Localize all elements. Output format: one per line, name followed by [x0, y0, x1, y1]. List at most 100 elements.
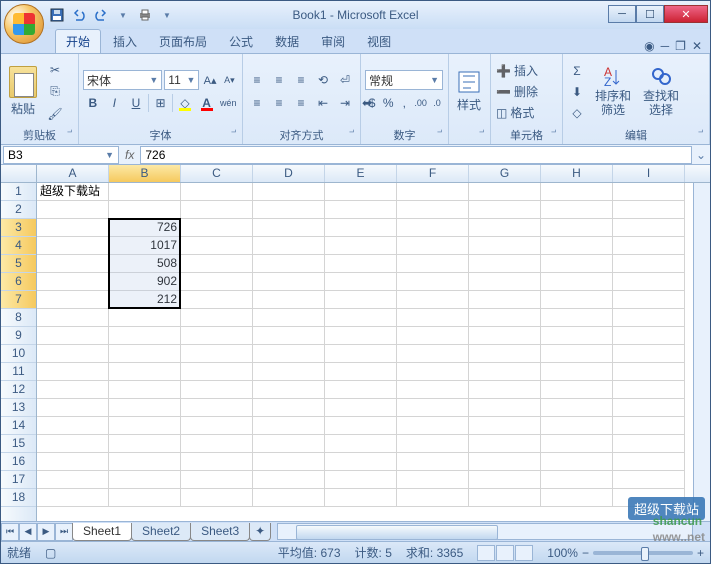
cell-B9[interactable] — [109, 327, 181, 345]
number-format-combo[interactable]: 常规▼ — [365, 70, 443, 90]
cell-C9[interactable] — [181, 327, 253, 345]
cell-B1[interactable] — [109, 183, 181, 201]
wrap-text-button[interactable]: ⏎ — [335, 70, 355, 90]
cell-E7[interactable] — [325, 291, 397, 309]
name-box[interactable]: B3▼ — [3, 146, 119, 164]
cell-H18[interactable] — [541, 489, 613, 507]
clear-button[interactable]: ◇ — [567, 103, 587, 123]
cell-A17[interactable] — [37, 471, 109, 489]
cell-C1[interactable] — [181, 183, 253, 201]
fill-color-button[interactable]: ◇ — [175, 93, 195, 113]
cell-G1[interactable] — [469, 183, 541, 201]
sort-filter-button[interactable]: AZ排序和 筛选 — [591, 64, 635, 118]
cell-F10[interactable] — [397, 345, 469, 363]
cell-F13[interactable] — [397, 399, 469, 417]
cell-H17[interactable] — [541, 471, 613, 489]
cell-I2[interactable] — [613, 201, 685, 219]
cell-A2[interactable] — [37, 201, 109, 219]
sheet-nav-first[interactable]: ⏮ — [1, 523, 19, 541]
quickprint-icon[interactable] — [137, 7, 153, 23]
cell-F17[interactable] — [397, 471, 469, 489]
cell-I11[interactable] — [613, 363, 685, 381]
cell-E17[interactable] — [325, 471, 397, 489]
cell-F7[interactable] — [397, 291, 469, 309]
cell-E8[interactable] — [325, 309, 397, 327]
align-right-button[interactable]: ≡ — [291, 93, 311, 113]
cell-A1[interactable]: 超级下载站 — [37, 183, 109, 201]
cell-D9[interactable] — [253, 327, 325, 345]
cell-G11[interactable] — [469, 363, 541, 381]
cell-E11[interactable] — [325, 363, 397, 381]
qat-more-icon[interactable]: ▼ — [159, 7, 175, 23]
row-header-5[interactable]: 5 — [1, 255, 36, 273]
cell-G18[interactable] — [469, 489, 541, 507]
column-header-H[interactable]: H — [541, 165, 613, 182]
cell-C18[interactable] — [181, 489, 253, 507]
cell-F3[interactable] — [397, 219, 469, 237]
cell-I5[interactable] — [613, 255, 685, 273]
cell-F1[interactable] — [397, 183, 469, 201]
view-pagelayout-button[interactable] — [496, 545, 514, 561]
cell-C14[interactable] — [181, 417, 253, 435]
cell-G8[interactable] — [469, 309, 541, 327]
cell-H15[interactable] — [541, 435, 613, 453]
sheet-nav-next[interactable]: ▶ — [37, 523, 55, 541]
tab-home[interactable]: 开始 — [55, 29, 101, 53]
column-header-C[interactable]: C — [181, 165, 253, 182]
cell-G12[interactable] — [469, 381, 541, 399]
sheet-nav-prev[interactable]: ◀ — [19, 523, 37, 541]
sheet-tab-2[interactable]: Sheet2 — [131, 523, 191, 541]
cell-H11[interactable] — [541, 363, 613, 381]
tab-review[interactable]: 审阅 — [311, 30, 355, 53]
cell-F14[interactable] — [397, 417, 469, 435]
row-header-2[interactable]: 2 — [1, 201, 36, 219]
cell-I17[interactable] — [613, 471, 685, 489]
bold-button[interactable]: B — [83, 93, 103, 113]
cell-I7[interactable] — [613, 291, 685, 309]
zoom-slider[interactable] — [593, 551, 693, 555]
cell-D18[interactable] — [253, 489, 325, 507]
cell-I14[interactable] — [613, 417, 685, 435]
cell-A7[interactable] — [37, 291, 109, 309]
row-header-13[interactable]: 13 — [1, 399, 36, 417]
cell-H6[interactable] — [541, 273, 613, 291]
help-icon[interactable]: ◉ — [644, 39, 654, 53]
cell-F6[interactable] — [397, 273, 469, 291]
font-size-combo[interactable]: 11▼ — [164, 70, 199, 90]
cell-G2[interactable] — [469, 201, 541, 219]
vertical-scrollbar[interactable] — [693, 183, 710, 521]
cell-E3[interactable] — [325, 219, 397, 237]
tab-formulas[interactable]: 公式 — [219, 30, 263, 53]
indent-inc-button[interactable]: ⇥ — [335, 93, 355, 113]
cell-C8[interactable] — [181, 309, 253, 327]
cell-B2[interactable] — [109, 201, 181, 219]
orientation-button[interactable]: ⟲ — [313, 70, 333, 90]
view-normal-button[interactable] — [477, 545, 495, 561]
cell-E1[interactable] — [325, 183, 397, 201]
cell-A10[interactable] — [37, 345, 109, 363]
column-header-F[interactable]: F — [397, 165, 469, 182]
cell-B4[interactable]: 1017 — [109, 237, 181, 255]
border-button[interactable]: ⊞ — [151, 93, 171, 113]
cell-H3[interactable] — [541, 219, 613, 237]
save-icon[interactable] — [49, 7, 65, 23]
cell-F5[interactable] — [397, 255, 469, 273]
row-header-15[interactable]: 15 — [1, 435, 36, 453]
cell-B6[interactable]: 902 — [109, 273, 181, 291]
align-center-button[interactable]: ≡ — [269, 93, 289, 113]
cell-G10[interactable] — [469, 345, 541, 363]
cell-A11[interactable] — [37, 363, 109, 381]
redo-icon[interactable] — [93, 7, 109, 23]
formatpainter-button[interactable]: 🖌 — [45, 104, 65, 124]
format-cells-button[interactable]: ◫格式 — [495, 103, 557, 123]
cell-D2[interactable] — [253, 201, 325, 219]
cell-E5[interactable] — [325, 255, 397, 273]
paste-button[interactable]: 粘贴 — [5, 64, 41, 119]
cell-D17[interactable] — [253, 471, 325, 489]
cell-H4[interactable] — [541, 237, 613, 255]
cell-I4[interactable] — [613, 237, 685, 255]
cell-F16[interactable] — [397, 453, 469, 471]
cell-G13[interactable] — [469, 399, 541, 417]
column-header-E[interactable]: E — [325, 165, 397, 182]
column-header-G[interactable]: G — [469, 165, 541, 182]
